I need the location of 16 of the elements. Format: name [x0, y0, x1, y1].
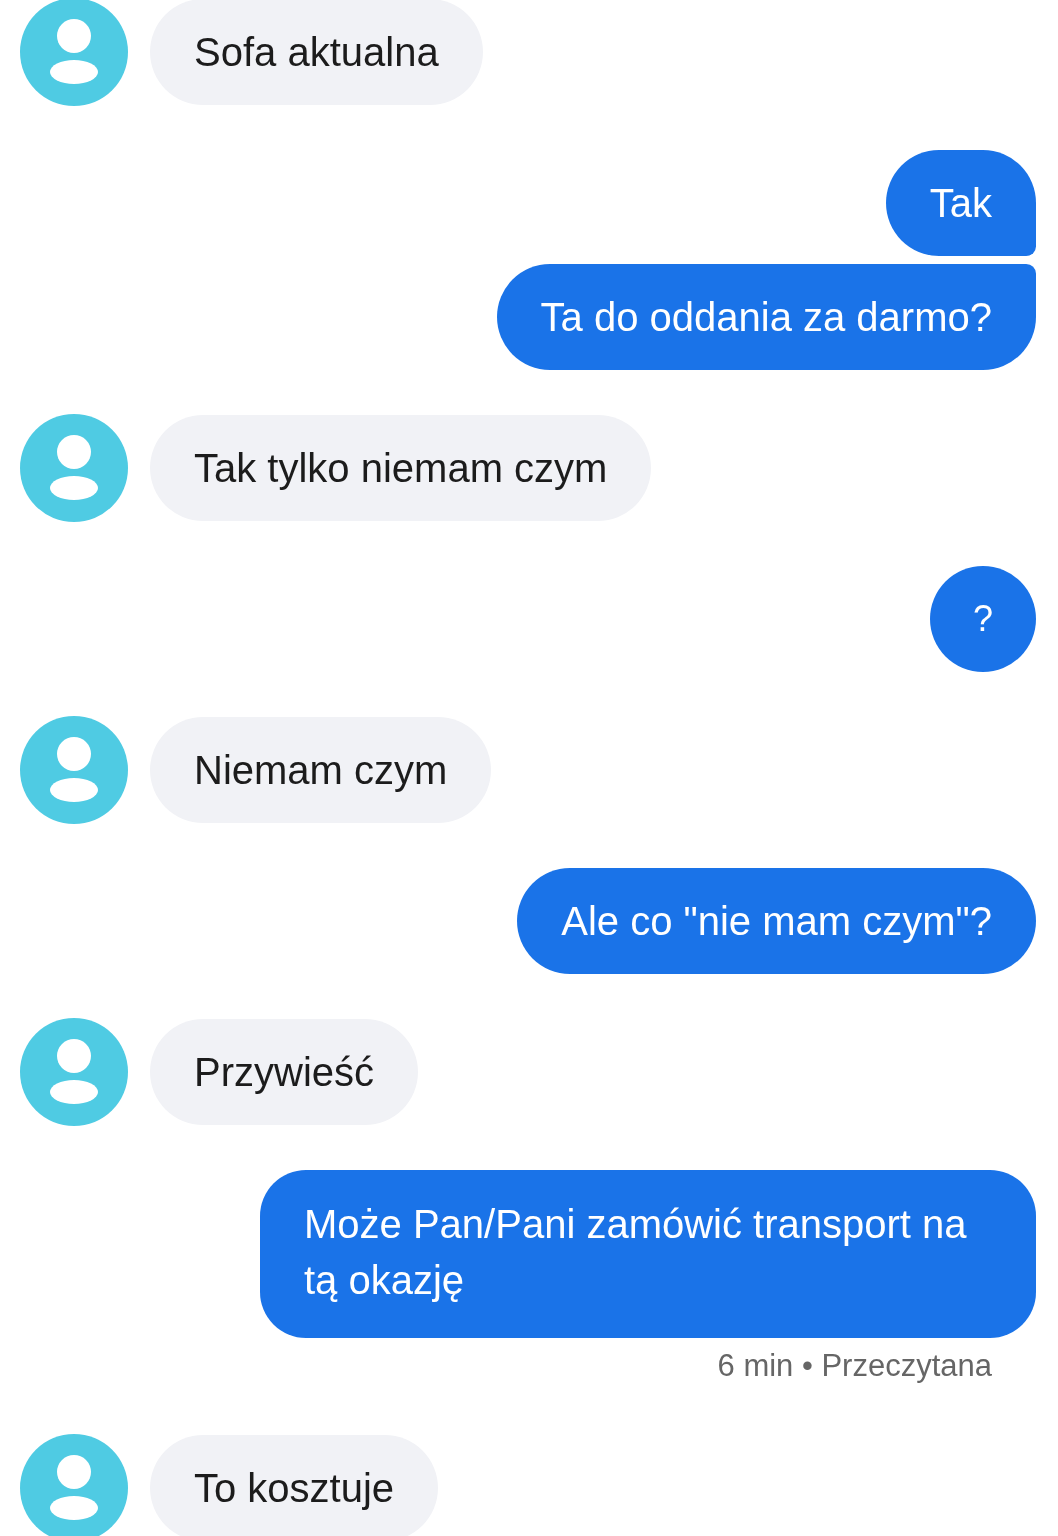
message-bubble: Przywieść: [150, 1019, 419, 1125]
avatar-icon: [20, 1434, 128, 1536]
message-bubble: Sofa aktualna: [150, 0, 483, 105]
message-bubble: Tak: [885, 150, 1036, 256]
avatar-icon: [20, 1018, 128, 1126]
message-bubble: Ta do oddania za darmo?: [496, 264, 1036, 370]
read-receipt: 6 min • Przeczytana: [717, 1348, 992, 1384]
avatar-icon: [20, 716, 128, 824]
message-bubble: ?: [930, 566, 1036, 672]
avatar-icon: [20, 414, 128, 522]
avatar-icon: [20, 0, 128, 106]
message-bubble: Niemam czym: [150, 717, 492, 823]
message-bubble: Tak tylko niemam czym: [150, 415, 652, 521]
message-bubble: To kosztuje: [150, 1435, 439, 1536]
message-bubble: Ale co "nie mam czym"?: [517, 868, 1036, 974]
message-bubble: Może Pan/Pani zamówić transport na tą okazję: [260, 1170, 1036, 1338]
